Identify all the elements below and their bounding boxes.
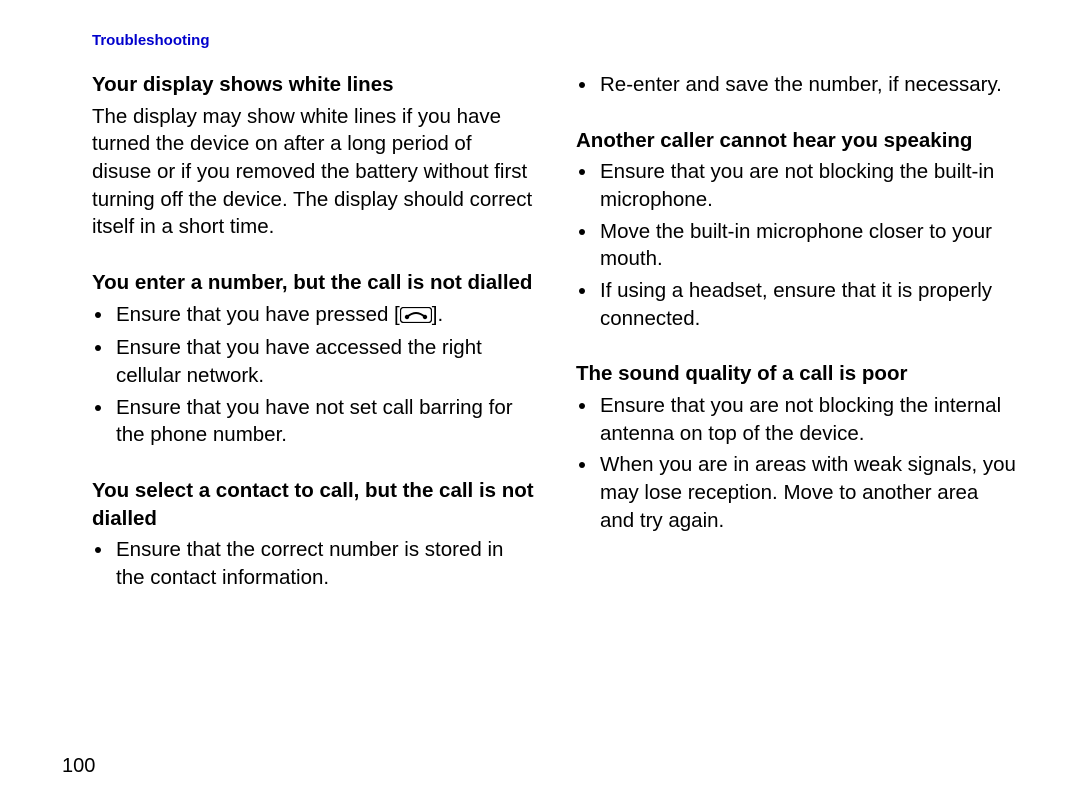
heading-contact-not-dialled: You select a contact to call, but the ca… — [92, 477, 534, 532]
list-item-text-post: ]. — [432, 303, 443, 326]
list-item: Re-enter and save the number, if necessa… — [598, 71, 1018, 99]
right-column: Re-enter and save the number, if necessa… — [576, 71, 1018, 596]
list-item: Move the built-in microphone closer to y… — [598, 218, 1018, 273]
section-header: Troubleshooting — [92, 32, 1018, 49]
list-item-text-pre: Ensure that you have pressed [ — [116, 303, 400, 326]
body-white-lines: The display may show white lines if you … — [92, 103, 534, 241]
list-sound-quality: Ensure that you are not blocking the int… — [576, 392, 1018, 534]
list-item: Ensure that you have accessed the right … — [114, 334, 534, 389]
list-cannot-hear: Ensure that you are not blocking the bui… — [576, 158, 1018, 332]
list-item: Ensure that you have not set call barrin… — [114, 394, 534, 449]
list-item: Ensure that you have pressed []. — [114, 301, 534, 331]
heading-white-lines: Your display shows white lines — [92, 71, 534, 99]
heading-sound-quality: The sound quality of a call is poor — [576, 360, 1018, 388]
call-key-icon — [400, 303, 432, 331]
list-item: Ensure that the correct number is stored… — [114, 536, 534, 591]
page-number: 100 — [62, 755, 95, 778]
list-item: Ensure that you are not blocking the bui… — [598, 158, 1018, 213]
heading-cannot-hear: Another caller cannot hear you speaking — [576, 127, 1018, 155]
list-continuation: Re-enter and save the number, if necessa… — [576, 71, 1018, 99]
left-column: Your display shows white lines The displ… — [92, 71, 534, 596]
list-item: Ensure that you are not blocking the int… — [598, 392, 1018, 447]
two-column-layout: Your display shows white lines The displ… — [92, 71, 1018, 596]
list-item: When you are in areas with weak signals,… — [598, 451, 1018, 534]
list-item: If using a headset, ensure that it is pr… — [598, 277, 1018, 332]
list-contact-not-dialled: Ensure that the correct number is stored… — [92, 536, 534, 591]
list-not-dialled: Ensure that you have pressed []. Ensure … — [92, 301, 534, 449]
manual-page: Troubleshooting Your display shows white… — [0, 0, 1080, 810]
heading-not-dialled: You enter a number, but the call is not … — [92, 269, 534, 297]
